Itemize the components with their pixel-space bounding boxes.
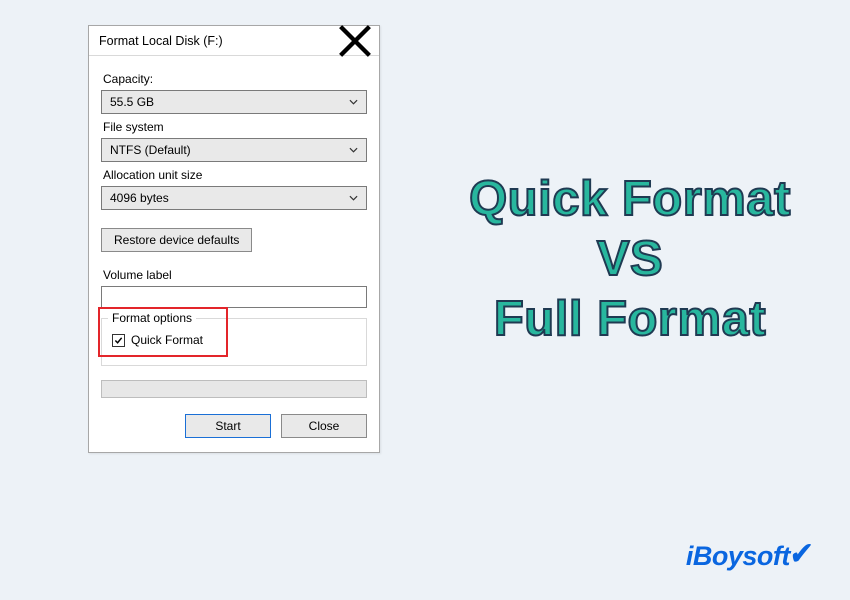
capacity-label: Capacity: [103,72,367,86]
format-dialog: Format Local Disk (F:) Capacity: 55.5 GB… [88,25,380,453]
hero-text: Quick Format VS Full Format [435,170,825,349]
hero-line-2: VS [435,230,825,290]
dialog-body: Capacity: 55.5 GB File system NTFS (Defa… [89,56,379,452]
button-row: Start Close [101,414,367,438]
format-options-group: Format options Quick Format [101,318,367,366]
window-title: Format Local Disk (F:) [99,34,337,48]
capacity-value: 55.5 GB [110,95,346,109]
progress-bar [101,380,367,398]
format-options-label: Format options [108,311,196,325]
brand-logo: iBoysoft✔ [686,541,810,572]
start-button[interactable]: Start [185,414,271,438]
capacity-select[interactable]: 55.5 GB [101,90,367,114]
quick-format-row[interactable]: Quick Format [112,333,356,347]
close-icon[interactable] [337,28,373,54]
close-button[interactable]: Close [281,414,367,438]
chevron-down-icon [346,139,360,161]
quick-format-checkbox[interactable] [112,334,125,347]
start-button-label: Start [215,419,240,433]
checkmark-icon: ✔ [786,538,812,572]
chevron-down-icon [346,187,360,209]
filesystem-value: NTFS (Default) [110,143,346,157]
quick-format-label: Quick Format [131,333,203,347]
restore-defaults-button[interactable]: Restore device defaults [101,228,252,252]
allocation-label: Allocation unit size [103,168,367,182]
volume-label-input[interactable] [101,286,367,308]
chevron-down-icon [346,91,360,113]
close-button-label: Close [309,419,340,433]
filesystem-label: File system [103,120,367,134]
allocation-value: 4096 bytes [110,191,346,205]
hero-line-1: Quick Format [435,170,825,230]
volume-label-label: Volume label [103,268,367,282]
brand-name: iBoysoft [686,541,790,571]
restore-defaults-label: Restore device defaults [114,233,239,247]
titlebar: Format Local Disk (F:) [89,26,379,56]
filesystem-select[interactable]: NTFS (Default) [101,138,367,162]
hero-line-3: Full Format [435,290,825,350]
allocation-select[interactable]: 4096 bytes [101,186,367,210]
